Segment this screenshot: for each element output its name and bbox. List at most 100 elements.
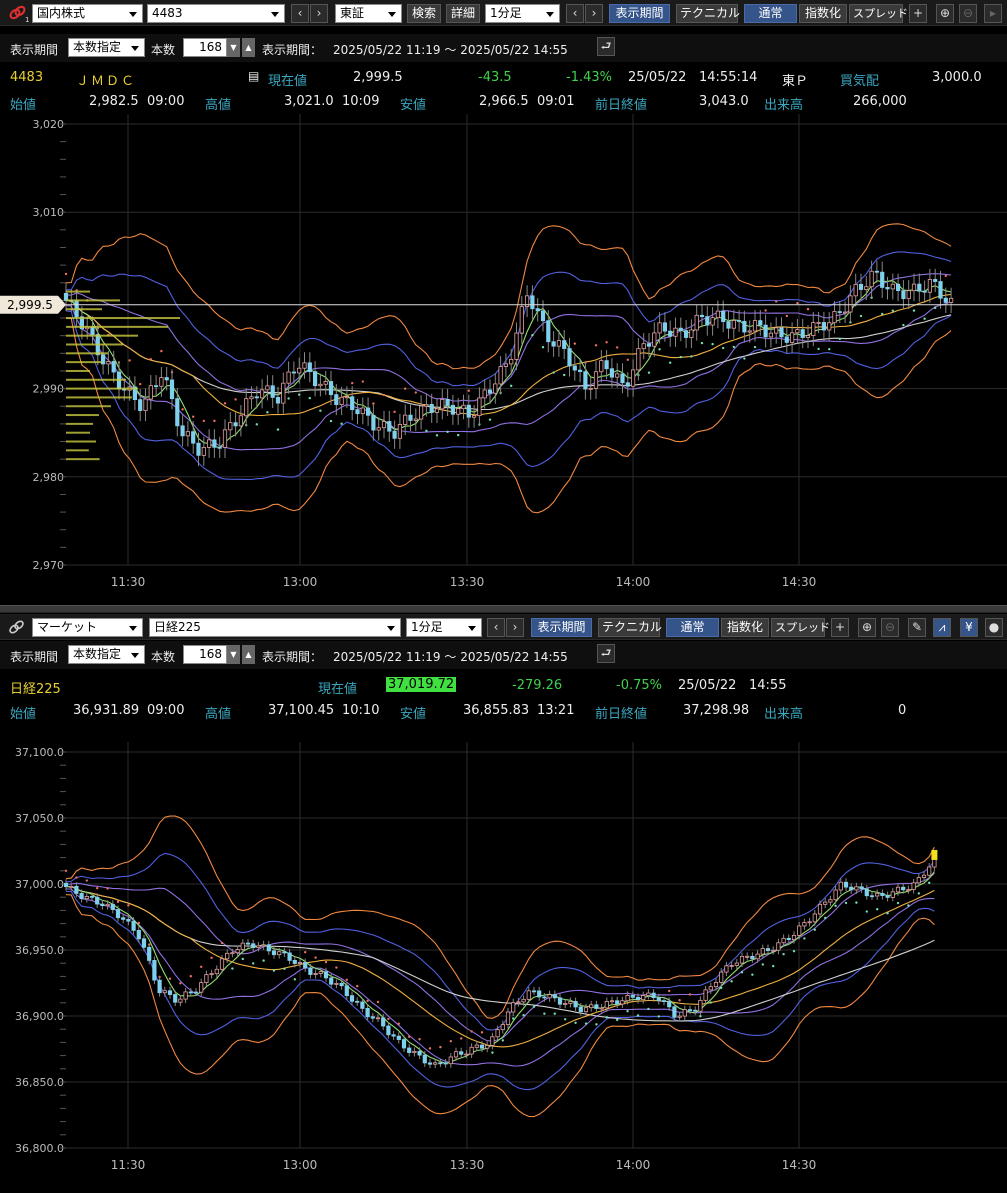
candle-down (270, 385, 275, 398)
index-select[interactable]: 日経225 (149, 618, 401, 637)
parabolic-sar-dot (574, 1021, 577, 1024)
next-arrow-button[interactable]: › (310, 4, 328, 23)
count-decrement-button[interactable]: ▼ (227, 645, 240, 664)
candle-up (509, 359, 514, 365)
interval-next-button[interactable]: › (506, 618, 524, 637)
candle-down (668, 330, 673, 337)
memo-icon[interactable]: ▤ (248, 69, 259, 83)
detail-button[interactable]: 詳細 (446, 4, 480, 23)
candle-up (911, 283, 917, 292)
index-mode-button[interactable]: 指数化 (799, 4, 847, 23)
zoom-in-icon[interactable]: ⊕ (936, 4, 954, 23)
high-value: 3,021.0 (284, 94, 334, 109)
stock-chart-panel: 1 国内株式 4483 ‹ › 東証 検索 詳細 1分足 ‹ › 表示期間 テク… (0, 0, 1007, 605)
parabolic-sar-dot (85, 879, 89, 882)
zoom-out-icon[interactable]: ⊖ (881, 618, 899, 637)
technical-button[interactable]: テクニカル (598, 618, 662, 637)
interval-next-button[interactable]: › (585, 4, 603, 23)
link-icon[interactable] (6, 618, 28, 637)
count-mode-select[interactable]: 本数指定 (68, 645, 145, 664)
volume-label: 出来高 (764, 707, 804, 722)
plus-icon[interactable]: + (831, 618, 849, 637)
parabolic-sar-dot (907, 904, 910, 907)
parabolic-sar-dot (730, 980, 733, 983)
count-decrement-button[interactable]: ▼ (227, 38, 240, 57)
panel-divider[interactable] (0, 605, 1007, 613)
period-button[interactable]: 表示期間 (531, 618, 592, 637)
yen-icon[interactable]: ¥ (960, 618, 978, 637)
spread-mode-button[interactable]: スプレッド (849, 4, 908, 23)
candle-up (375, 1017, 381, 1020)
exchange-select[interactable]: 東証 (335, 4, 402, 23)
interval-select[interactable]: 1分足 (485, 4, 560, 23)
zoom-out-icon[interactable]: ⊖ (959, 4, 977, 23)
parabolic-sar-dot (743, 357, 746, 360)
parabolic-sar-dot (720, 986, 723, 990)
market-select[interactable]: 国内株式 (32, 4, 143, 23)
candle-down (438, 1062, 443, 1065)
parabolic-sar-dot (231, 967, 234, 970)
candle-up (864, 286, 869, 290)
y-axis-tick-label: 2,970 (33, 559, 65, 572)
code-select[interactable]: 4483 (147, 4, 285, 23)
parabolic-sar-dot (457, 433, 460, 437)
count-input[interactable]: 168 (183, 38, 227, 57)
candle-up (698, 999, 703, 1012)
candle-down (386, 1025, 391, 1036)
open-time: 09:00 (147, 94, 185, 109)
candle-down (167, 990, 173, 995)
count-mode-select[interactable]: 本数指定 (68, 38, 145, 57)
parabolic-sar-dot (179, 982, 182, 985)
count-label: 本数 (151, 43, 176, 57)
interval-select[interactable]: 1分足 (406, 618, 482, 637)
search-button[interactable]: 検索 (407, 4, 441, 23)
volume-profile-bar (66, 317, 180, 320)
parabolic-sar-dot (838, 337, 841, 341)
current-price-tag-label: 2,999.5 (7, 298, 53, 312)
prev-arrow-button[interactable]: ‹ (291, 4, 309, 23)
candle-up (875, 892, 880, 897)
candle-down (349, 995, 355, 1002)
candle-up (105, 903, 110, 907)
candle-up (599, 360, 604, 373)
parabolic-sar-dot (298, 393, 301, 396)
normal-mode-button[interactable]: 通常 (666, 618, 719, 637)
reset-return-icon[interactable]: ⮐ (597, 37, 615, 56)
more-icon[interactable]: ▸ (984, 4, 1002, 23)
interval-prev-button[interactable]: ‹ (487, 618, 505, 637)
candle-up (791, 934, 797, 941)
interval-prev-button[interactable]: ‹ (566, 4, 584, 23)
more-icon[interactable]: ● (985, 618, 1003, 637)
parabolic-sar-dot (425, 429, 428, 433)
plus-icon[interactable]: + (909, 4, 927, 23)
candle-up (526, 990, 531, 1000)
technical-button[interactable]: テクニカル (676, 4, 740, 23)
count-increment-button[interactable]: ▲ (242, 645, 255, 664)
parabolic-sar-dot (552, 371, 555, 374)
nikkei-candlestick-chart[interactable]: 37,100.0 37,050.0 37,000.0 36,950.0 36,900.0… (0, 729, 1007, 1193)
normal-mode-button[interactable]: 通常 (744, 4, 797, 23)
count-input[interactable]: 168 (183, 645, 227, 664)
candle-up (514, 332, 519, 360)
jmdc-candlestick-chart[interactable]: 3,020 3,010 2,990 2,980 2,970 11:30 13:00 13:30… (0, 114, 1007, 605)
candle-down (387, 421, 392, 432)
period-button[interactable]: 表示期間 (609, 4, 670, 23)
line-chart-icon[interactable]: ⩘ (933, 618, 951, 637)
market-select[interactable]: マーケット (32, 618, 143, 637)
reset-return-icon[interactable]: ⮐ (597, 644, 615, 663)
spread-mode-button[interactable]: スプレッド (771, 618, 830, 637)
candle-up (214, 968, 219, 975)
parabolic-sar-dot (605, 341, 608, 344)
link-icon[interactable]: 1 (6, 4, 30, 23)
candle-up (178, 998, 183, 1003)
parabolic-sar-dot (616, 1018, 619, 1022)
parabolic-sar-dot (304, 950, 307, 954)
zoom-in-icon[interactable]: ⊕ (858, 618, 876, 637)
count-increment-button[interactable]: ▲ (242, 38, 255, 57)
candle-up (360, 407, 365, 415)
candle-down (365, 1008, 370, 1018)
index-mode-button[interactable]: 指数化 (721, 618, 769, 637)
pencil-icon[interactable]: ✎ (908, 618, 926, 637)
parabolic-sar-dot (449, 1039, 452, 1043)
parabolic-sar-dot (573, 342, 576, 345)
